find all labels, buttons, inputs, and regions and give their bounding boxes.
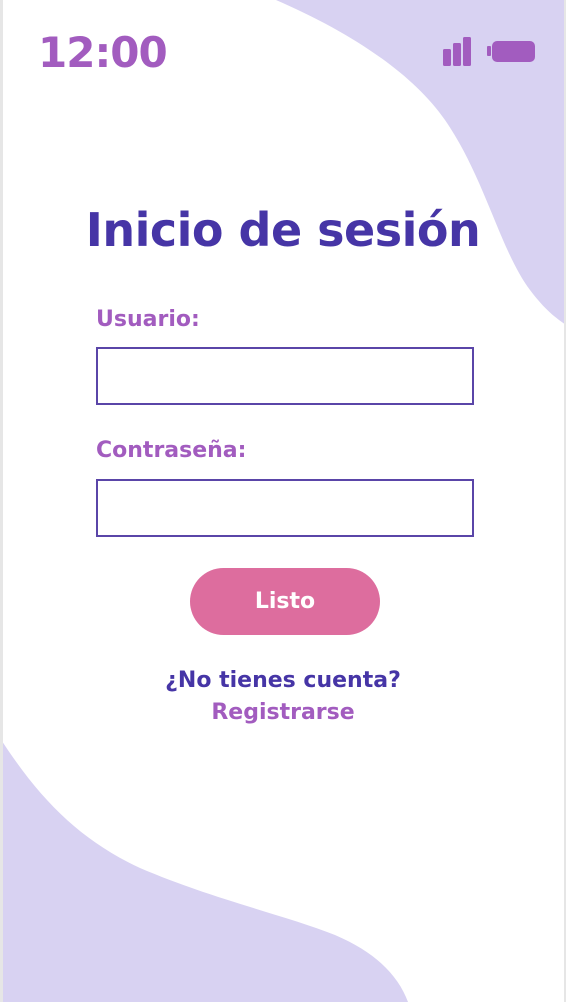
password-label: Contraseña:: [96, 438, 247, 463]
username-input[interactable]: [96, 347, 474, 405]
battery-icon: [487, 41, 535, 62]
left-edge: [0, 0, 3, 1002]
submit-button[interactable]: Listo: [190, 568, 380, 635]
status-icons: [443, 37, 535, 66]
register-link[interactable]: Registrarse: [0, 698, 566, 728]
login-screen: 12:00 Inicio de sesión Usuario: Contrase…: [0, 0, 566, 1002]
username-label: Usuario:: [96, 307, 200, 332]
no-account-prompt: ¿No tienes cuenta?: [165, 668, 401, 693]
status-time: 12:00: [38, 28, 168, 77]
page-title: Inicio de sesión: [85, 203, 481, 257]
signal-icon: [443, 37, 471, 66]
bottom-left-blob: [0, 738, 408, 1002]
password-input[interactable]: [96, 479, 474, 537]
